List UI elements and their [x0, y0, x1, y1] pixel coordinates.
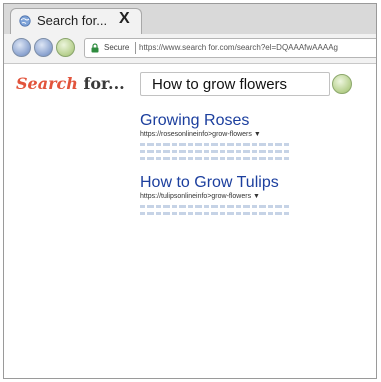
- logo-word-for: for...: [83, 74, 125, 93]
- snippet-placeholder-line: [140, 150, 290, 153]
- search-result: How to Grow Tulips https://tulipsonlinei…: [140, 174, 300, 215]
- result-title-link[interactable]: How to Grow Tulips: [140, 174, 300, 192]
- snippet-placeholder-line: [140, 205, 290, 208]
- site-logo: Search for...: [16, 74, 125, 93]
- secure-label: Secure: [104, 43, 130, 52]
- reload-icon[interactable]: [56, 38, 75, 57]
- result-url-text: https://rosesonlineinfo>grow-flowers: [140, 131, 252, 138]
- result-caret-icon[interactable]: ▼: [254, 131, 261, 138]
- browser-tab[interactable]: Search for... X: [10, 8, 142, 34]
- snippet-placeholder-line: [140, 212, 290, 215]
- browser-window: Search for... X Secure https://www.searc…: [3, 3, 377, 379]
- address-separator: [135, 42, 136, 54]
- address-bar[interactable]: Secure https://www.search for.com/search…: [84, 38, 376, 58]
- search-result: Growing Roses https://rosesonlineinfo>gr…: [140, 112, 300, 160]
- result-url: https://rosesonlineinfo>grow-flowers ▼: [140, 130, 300, 139]
- snippet-placeholder-line: [140, 157, 290, 160]
- logo-word-search: Search: [16, 74, 78, 93]
- globe-icon: [19, 15, 31, 27]
- search-input[interactable]: How to grow flowers: [140, 72, 330, 96]
- result-url: https://tulipsonlineinfo>grow-flowers ▼: [140, 192, 300, 201]
- tab-strip: Search for... X: [4, 4, 376, 34]
- search-go-icon[interactable]: [332, 74, 352, 94]
- url-text[interactable]: https://www.search for.com/search?el=DQA…: [139, 43, 338, 52]
- result-caret-icon[interactable]: ▼: [253, 193, 260, 200]
- result-title-link[interactable]: Growing Roses: [140, 112, 300, 130]
- forward-arrow-icon[interactable]: [34, 38, 53, 57]
- page-content: Search for... How to grow flowers Growin…: [4, 64, 376, 378]
- search-query: How to grow flowers: [152, 76, 288, 93]
- result-url-text: https://tulipsonlineinfo>grow-flowers: [140, 193, 252, 200]
- lock-icon: [91, 43, 99, 53]
- browser-toolbar: Secure https://www.search for.com/search…: [4, 34, 376, 64]
- snippet-placeholder-line: [140, 143, 290, 146]
- tab-title: Search for...: [37, 13, 108, 28]
- back-arrow-icon[interactable]: [12, 38, 31, 57]
- tab-close-icon[interactable]: X: [119, 10, 130, 28]
